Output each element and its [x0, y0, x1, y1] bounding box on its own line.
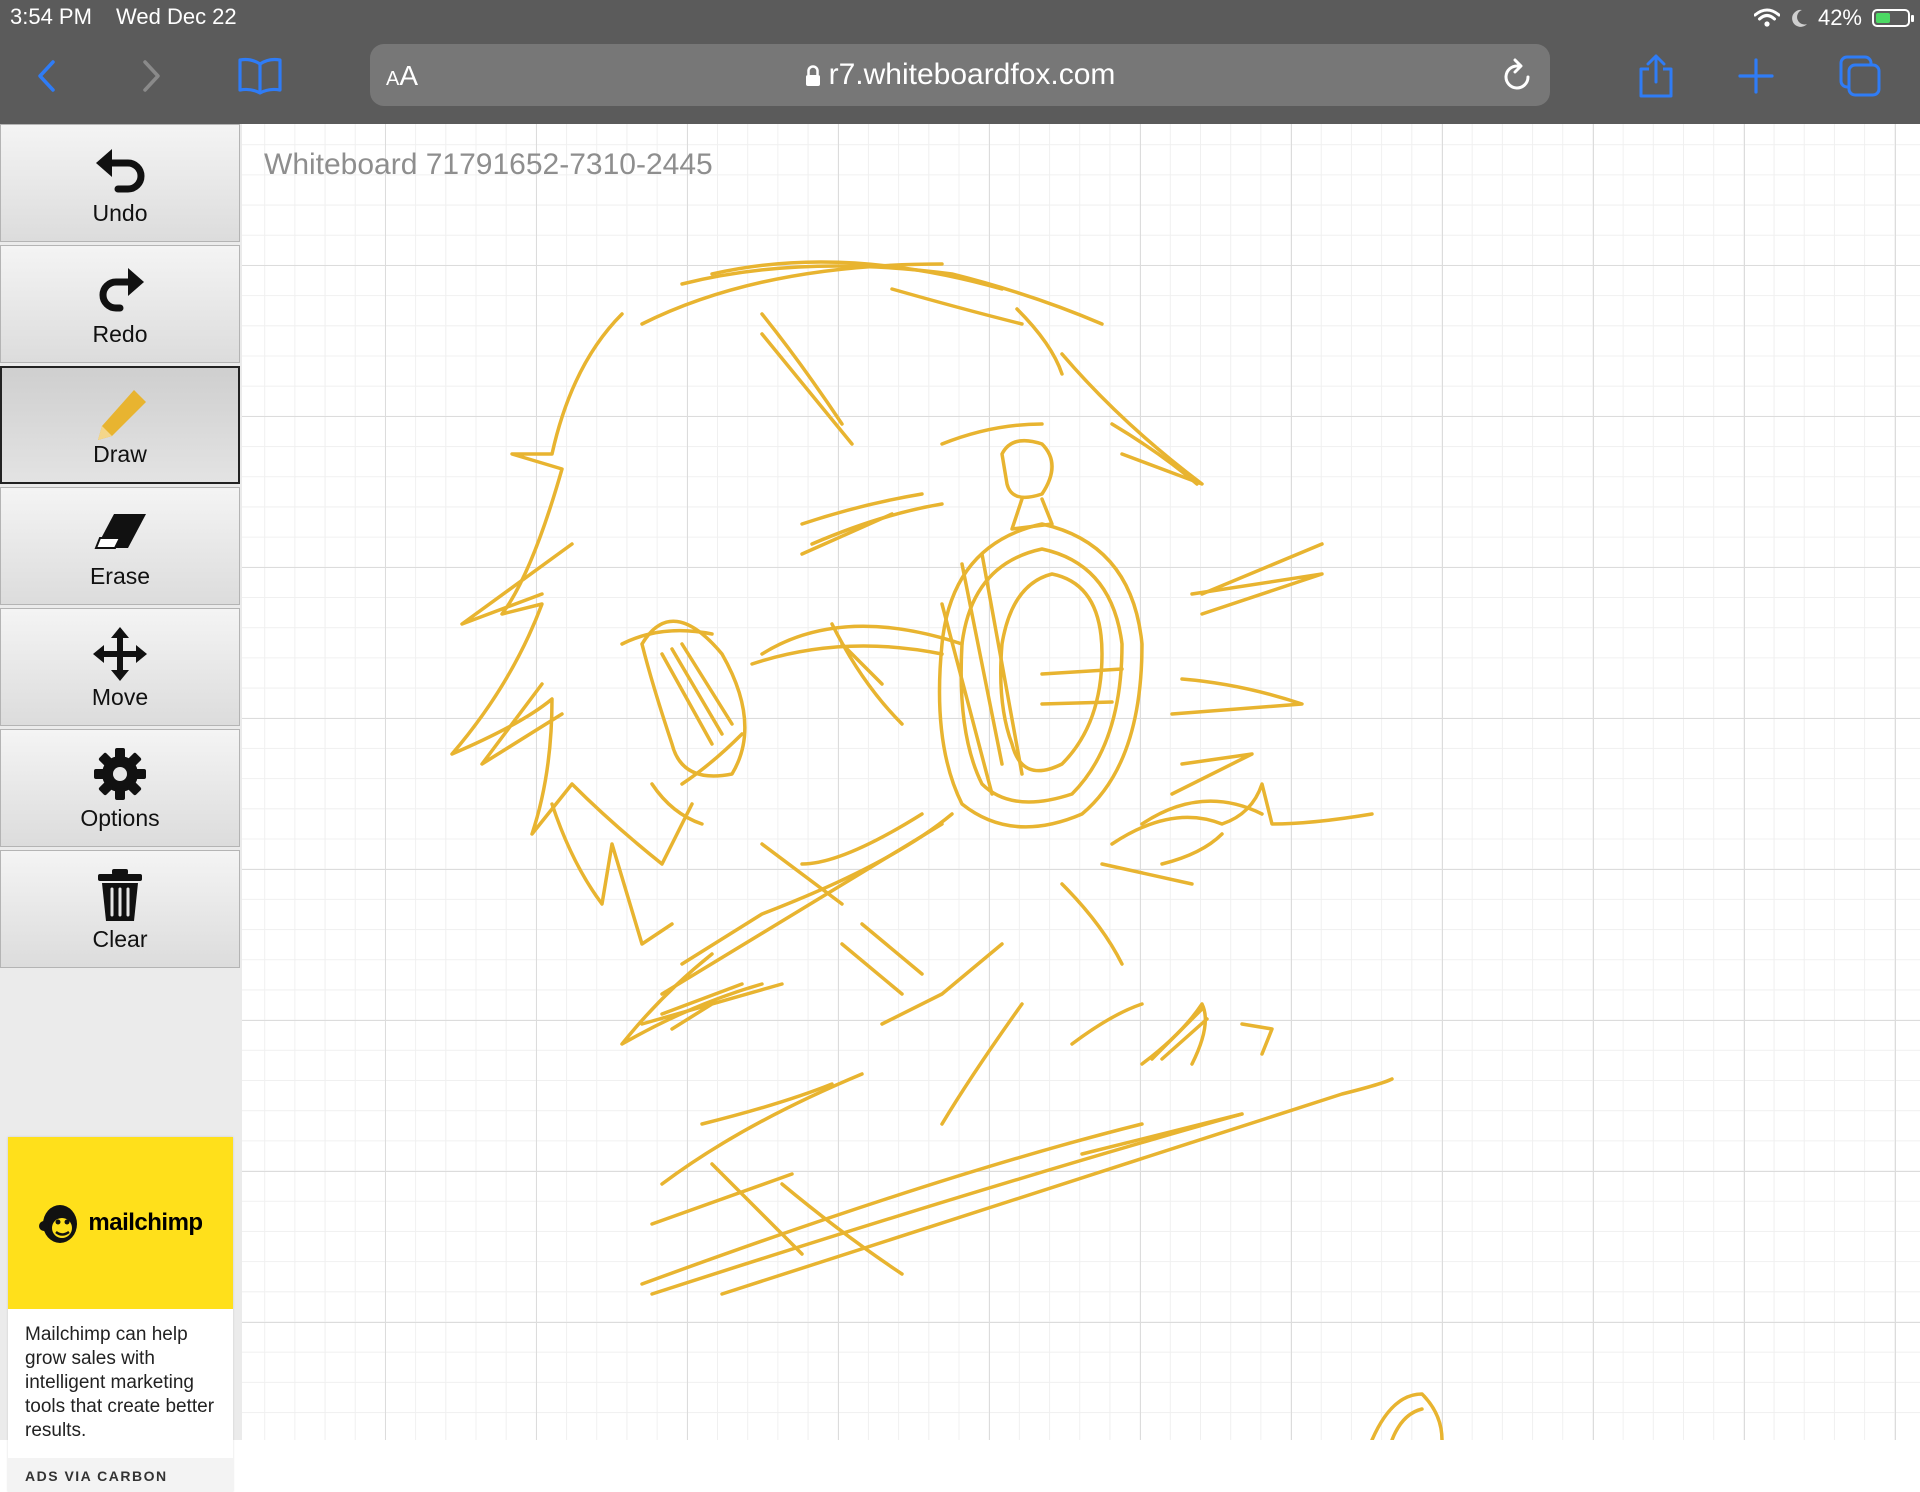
toolbar-sidebar: Undo Redo Draw Erase Move Options Clear …: [0, 124, 242, 1492]
erase-button[interactable]: Erase: [0, 487, 240, 605]
ad-banner[interactable]: mailchimp: [8, 1137, 233, 1309]
whiteboard-canvas[interactable]: Whiteboard 71791652-7310-2445: [242, 124, 1920, 1440]
bookmarks-button[interactable]: [232, 48, 288, 104]
clear-label: Clear: [92, 926, 148, 952]
clear-button[interactable]: Clear: [0, 850, 240, 968]
move-icon: [1, 625, 239, 683]
draw-button[interactable]: Draw: [0, 366, 240, 484]
status-indicators: 42%: [1753, 4, 1914, 32]
bookmarks-icon: [238, 57, 282, 95]
redo-button[interactable]: Redo: [0, 245, 240, 363]
lock-icon: [805, 65, 820, 87]
move-button[interactable]: Move: [0, 608, 240, 726]
mailchimp-logo-icon: [39, 1205, 78, 1243]
options-label: Options: [80, 805, 160, 831]
status-date: Wed Dec 22: [116, 4, 237, 29]
draw-label: Draw: [93, 441, 147, 467]
moon-icon: [1792, 9, 1807, 27]
sketch-drawing: [450, 260, 1444, 1440]
battery-percent: 42%: [1817, 5, 1862, 30]
options-button[interactable]: Options: [0, 729, 240, 847]
address-bar[interactable]: AA r7.whiteboardfox.com: [370, 44, 1550, 106]
status-time: 3:54 PM: [10, 4, 92, 29]
tabs-button[interactable]: [1832, 48, 1888, 104]
ad-footer: ADS VIA CARBON: [8, 1458, 233, 1492]
new-tab-icon: [1738, 58, 1774, 94]
browser-chrome: 3:54 PM Wed Dec 22 42% AA r7.whiteboardf…: [0, 0, 1920, 124]
back-icon: [38, 60, 55, 92]
undo-icon: [1, 141, 239, 197]
new-tab-button[interactable]: [1728, 48, 1784, 104]
move-label: Move: [91, 684, 149, 710]
ad-footer-text[interactable]: ADS VIA CARBON: [25, 1468, 168, 1484]
erase-label: Erase: [89, 563, 151, 589]
battery-icon: [1872, 9, 1914, 27]
share-button[interactable]: [1628, 48, 1684, 104]
back-button[interactable]: [20, 48, 76, 104]
trash-icon: [1, 867, 239, 923]
url-field[interactable]: r7.whiteboardfox.com: [370, 58, 1550, 92]
redo-label: Redo: [92, 321, 148, 347]
eraser-icon: [1, 504, 239, 560]
forward-icon: [143, 60, 160, 92]
undo-label: Undo: [92, 200, 148, 226]
gear-icon: [1, 746, 239, 802]
tabs-icon: [1839, 55, 1881, 97]
ad-text[interactable]: Mailchimp can help grow sales with intel…: [25, 1323, 225, 1443]
redo-icon: [1, 262, 239, 318]
share-icon: [1639, 54, 1673, 98]
carbon-ad[interactable]: mailchimp Mailchimp can help grow sales …: [8, 1137, 233, 1492]
forward-button[interactable]: [122, 48, 178, 104]
ad-brand: mailchimp: [88, 1209, 203, 1236]
wifi-icon: [1753, 8, 1780, 27]
undo-button[interactable]: Undo: [0, 124, 240, 242]
reload-icon[interactable]: [1502, 58, 1534, 92]
battery-level: [1876, 13, 1891, 23]
url-text: r7.whiteboardfox.com: [828, 58, 1116, 91]
pencil-icon: [2, 384, 238, 444]
